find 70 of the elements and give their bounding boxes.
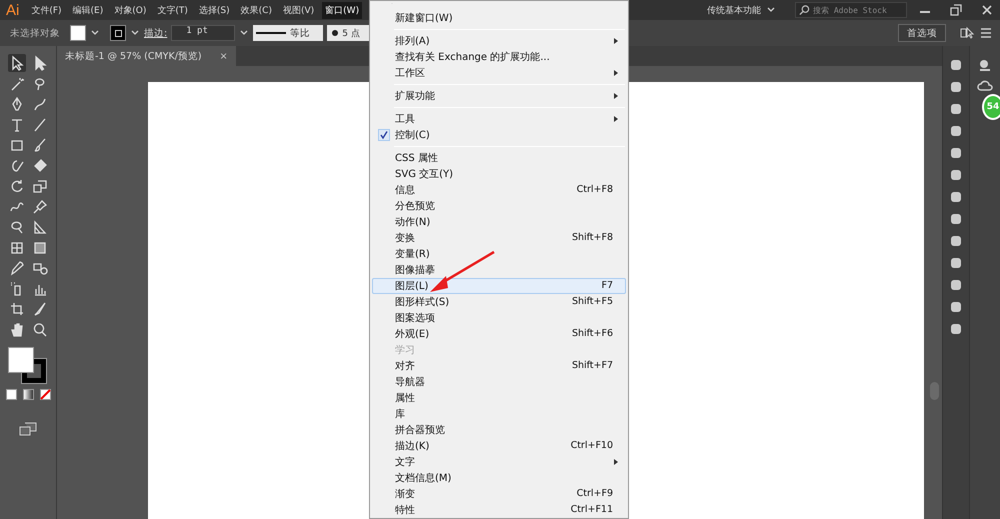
close-icon[interactable] xyxy=(981,4,993,16)
menu-item[interactable]: 属性 xyxy=(372,390,626,406)
document-title: 未标题-1 @ 57% (CMYK/预览) xyxy=(65,50,202,62)
menu-item[interactable]: 控制(C) xyxy=(372,126,626,143)
search-field[interactable]: 搜索 Adobe Stock xyxy=(795,2,907,18)
creative-cloud-icon[interactable] xyxy=(977,80,993,92)
checkmark-icon xyxy=(378,128,390,141)
color-mode-icon[interactable] xyxy=(6,388,16,400)
menu-item[interactable]: 排列(A) xyxy=(372,32,626,49)
document-tab[interactable]: 未标题-1 @ 57% (CMYK/预览) × xyxy=(57,46,236,66)
search-icon xyxy=(799,4,810,16)
menu-item[interactable]: 新建窗口(W) xyxy=(372,10,626,26)
menu-item[interactable]: 分色预览 xyxy=(372,198,626,214)
menu-item[interactable]: 文档信息(M) xyxy=(372,470,626,486)
brush-dot-icon xyxy=(332,30,338,36)
menu-item[interactable]: 扩展功能 xyxy=(372,88,626,104)
menu-item[interactable]: 图层(L) F7 xyxy=(372,278,626,294)
menu-item[interactable]: 工具 xyxy=(372,110,626,127)
none-mode-icon[interactable] xyxy=(40,388,50,400)
menu-item[interactable]: 图案选项 xyxy=(372,310,626,326)
menu-item[interactable]: 导航器 xyxy=(372,374,626,390)
menu-item[interactable]: 图形样式(S) Shift+F5 xyxy=(372,294,626,310)
app-logo: Ai xyxy=(6,2,20,18)
menu-item[interactable]: 文件(F) xyxy=(28,2,65,18)
menu-item[interactable]: 图像描摹 xyxy=(372,262,626,278)
preferences-button[interactable]: 首选项 xyxy=(898,24,946,42)
menu-item[interactable]: CSS 属性 xyxy=(372,150,626,166)
stroke-swatch[interactable] xyxy=(110,25,126,41)
stroke-weight-field[interactable]: 1 pt xyxy=(171,25,236,41)
screen-mode-icon[interactable] xyxy=(19,422,37,436)
fill-swatch[interactable] xyxy=(70,25,86,41)
menu-item[interactable]: SVG 交互(Y) xyxy=(372,166,626,182)
menu-item[interactable]: 描边(K) Ctrl+F10 xyxy=(372,438,626,454)
menu-item[interactable]: 查找有关 Exchange 的扩展功能... xyxy=(372,48,626,65)
selection-status: 未选择对象 xyxy=(10,26,60,40)
submenu-arrow-icon xyxy=(614,92,618,99)
menu-item[interactable]: 渐变 Ctrl+F9 xyxy=(372,486,626,502)
menu-item[interactable]: 特性 Ctrl+F11 xyxy=(372,502,626,518)
stroke-label: 描边: xyxy=(144,26,168,40)
submenu-arrow-icon xyxy=(614,38,618,44)
select-tool-icon[interactable] xyxy=(960,26,976,40)
gradient-mode-icon[interactable] xyxy=(22,388,34,400)
workspace-switcher[interactable]: 传统基本功能 xyxy=(707,4,761,16)
menu-item[interactable]: 工作区 xyxy=(372,64,626,81)
restore-icon[interactable] xyxy=(950,4,962,16)
fill-color-swatch[interactable] xyxy=(8,346,34,372)
stroke-profile-dropdown[interactable]: 等比 xyxy=(253,25,324,41)
submenu-arrow-icon xyxy=(614,116,618,122)
libraries-icon[interactable] xyxy=(978,58,992,72)
menu-item[interactable]: 对象(O) xyxy=(111,2,150,18)
menu-item[interactable]: 拼合器预览 xyxy=(372,422,626,438)
menu-item[interactable]: 信息 Ctrl+F8 xyxy=(372,182,626,198)
menu-item[interactable]: 视图(V) xyxy=(280,2,318,18)
menu-item[interactable]: 库 xyxy=(372,406,626,422)
menu-item[interactable]: 编辑(E) xyxy=(70,2,106,18)
menu-item[interactable]: 变量(R) xyxy=(372,246,626,262)
menu-item[interactable]: 动作(N) xyxy=(372,214,626,230)
menu-item[interactable]: 对齐 Shift+F7 xyxy=(372,358,626,374)
menu-item[interactable]: 文字 xyxy=(372,454,626,470)
menu-item[interactable]: 变换 Shift+F8 xyxy=(372,230,626,246)
submenu-arrow-icon xyxy=(614,70,618,76)
menu-icon[interactable] xyxy=(980,28,992,38)
menu-item[interactable]: 效果(C) xyxy=(238,2,275,18)
menu-item[interactable]: 外观(E) Shift+F6 xyxy=(372,326,626,342)
tab-close-button[interactable]: × xyxy=(220,50,228,62)
menu-item[interactable]: 文字(T) xyxy=(154,2,191,18)
submenu-arrow-icon xyxy=(614,458,618,465)
stroke-color-swatch[interactable] xyxy=(22,358,46,382)
menu-item[interactable]: 窗口(W) xyxy=(322,2,362,18)
menu-item[interactable]: 选择(S) xyxy=(196,2,233,18)
